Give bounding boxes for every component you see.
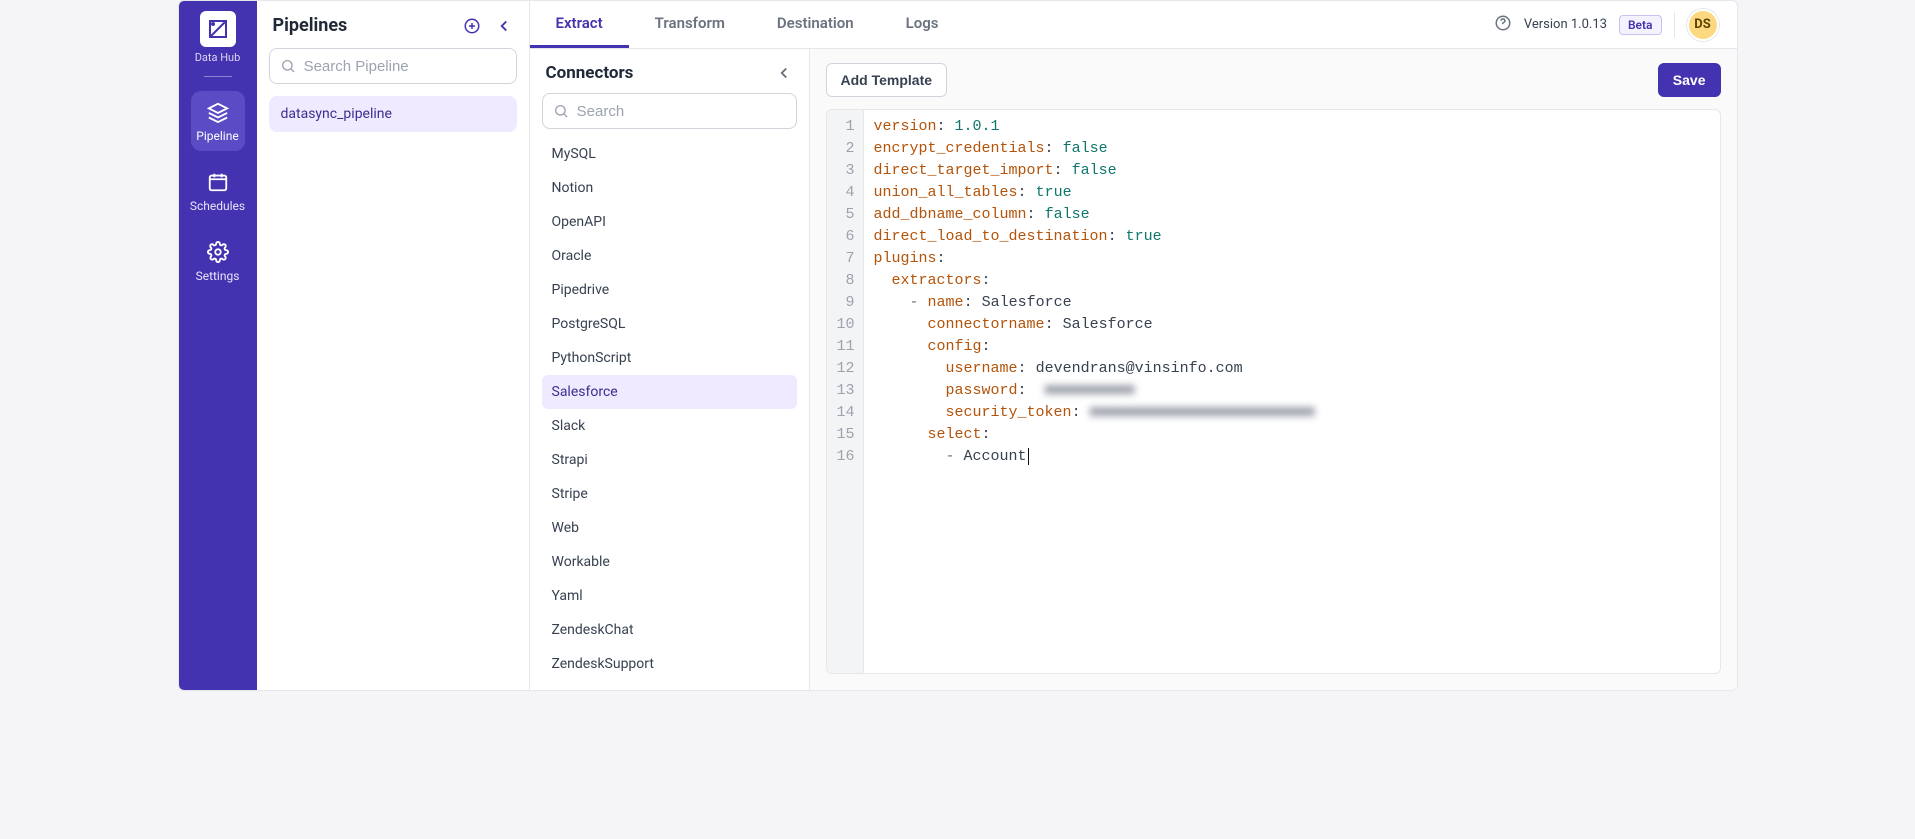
- nav-item-label: Schedules: [190, 199, 245, 213]
- nav-item-pipeline[interactable]: Pipeline: [191, 91, 245, 151]
- code-content[interactable]: version: 1.0.1encrypt_credentials: false…: [864, 110, 1325, 673]
- divider: [1674, 12, 1675, 38]
- connector-search[interactable]: [542, 93, 797, 129]
- connector-item[interactable]: Yaml: [542, 579, 797, 613]
- gutter: 12345678910111213141516: [827, 110, 864, 673]
- help-circle-icon: [1494, 14, 1512, 32]
- pipeline-search-input[interactable]: [304, 58, 506, 75]
- tabs: ExtractTransformDestinationLogs: [530, 1, 965, 48]
- pipeline-item[interactable]: datasync_pipeline: [269, 96, 517, 132]
- beta-badge: Beta: [1619, 15, 1662, 35]
- gear-icon: [205, 239, 231, 265]
- brand-icon: [206, 17, 230, 41]
- nav-item-label: Settings: [196, 269, 240, 283]
- pipelines-title: Pipelines: [273, 15, 348, 36]
- connector-item[interactable]: Slack: [542, 409, 797, 443]
- brand-label: Data Hub: [195, 51, 241, 64]
- connectors-panel: Connectors MySQLNotionOpenAPIOraclePiped…: [530, 49, 810, 690]
- connector-item[interactable]: Stripe: [542, 477, 797, 511]
- connectors-title: Connectors: [546, 63, 634, 83]
- nav-item-label: Pipeline: [196, 129, 238, 143]
- connector-item[interactable]: Strapi: [542, 443, 797, 477]
- nav-item-settings[interactable]: Settings: [191, 231, 245, 291]
- main-panel: ExtractTransformDestinationLogs Version …: [530, 1, 1737, 690]
- tab-extract[interactable]: Extract: [530, 1, 629, 48]
- pipelines-panel: Pipelines datasync_pipeline: [257, 1, 530, 690]
- brand-logo[interactable]: [200, 11, 236, 47]
- nav-rail: Data Hub Pipeline Schedules Settings: [179, 1, 257, 690]
- chevron-left-icon: [495, 17, 513, 35]
- avatar[interactable]: DS: [1687, 9, 1719, 41]
- collapse-connectors-button[interactable]: [775, 64, 793, 82]
- tab-transform[interactable]: Transform: [629, 1, 751, 48]
- version-label: Version 1.0.13: [1524, 17, 1607, 32]
- connector-item[interactable]: MySQL: [542, 137, 797, 171]
- add-template-button[interactable]: Add Template: [826, 63, 948, 97]
- connector-item[interactable]: PythonScript: [542, 341, 797, 375]
- connector-item[interactable]: PostgreSQL: [542, 307, 797, 341]
- collapse-pipelines-button[interactable]: [495, 17, 513, 35]
- code-editor[interactable]: 12345678910111213141516 version: 1.0.1en…: [826, 109, 1721, 674]
- connector-item[interactable]: ZendeskChat: [542, 613, 797, 647]
- tab-logs[interactable]: Logs: [880, 1, 965, 48]
- plus-circle-icon: [463, 17, 481, 35]
- connector-item[interactable]: Pipedrive: [542, 273, 797, 307]
- connector-item[interactable]: Oracle: [542, 239, 797, 273]
- calendar-icon: [205, 169, 231, 195]
- chevron-left-icon: [775, 64, 793, 82]
- pipeline-search[interactable]: [269, 48, 517, 84]
- editor-pane: Add Template Save 1234567891011121314151…: [810, 49, 1737, 690]
- nav-item-schedules[interactable]: Schedules: [191, 161, 245, 221]
- connector-item[interactable]: Web: [542, 511, 797, 545]
- tab-destination[interactable]: Destination: [751, 1, 880, 48]
- nav-divider: [204, 76, 232, 77]
- connector-list: MySQLNotionOpenAPIOraclePipedrivePostgre…: [530, 137, 809, 690]
- pipeline-list: datasync_pipeline: [257, 96, 529, 132]
- connector-item[interactable]: ZendeskSupport: [542, 647, 797, 681]
- topbar: ExtractTransformDestinationLogs Version …: [530, 1, 1737, 49]
- connector-item[interactable]: OpenAPI: [542, 205, 797, 239]
- connector-item[interactable]: Salesforce: [542, 375, 797, 409]
- connector-search-input[interactable]: [577, 103, 786, 120]
- search-icon: [280, 57, 296, 75]
- connector-item[interactable]: Workable: [542, 545, 797, 579]
- connector-item[interactable]: Notion: [542, 171, 797, 205]
- save-button[interactable]: Save: [1658, 63, 1721, 97]
- help-button[interactable]: [1494, 14, 1512, 36]
- search-icon: [553, 102, 569, 120]
- layers-icon: [205, 99, 231, 125]
- add-pipeline-button[interactable]: [463, 17, 481, 35]
